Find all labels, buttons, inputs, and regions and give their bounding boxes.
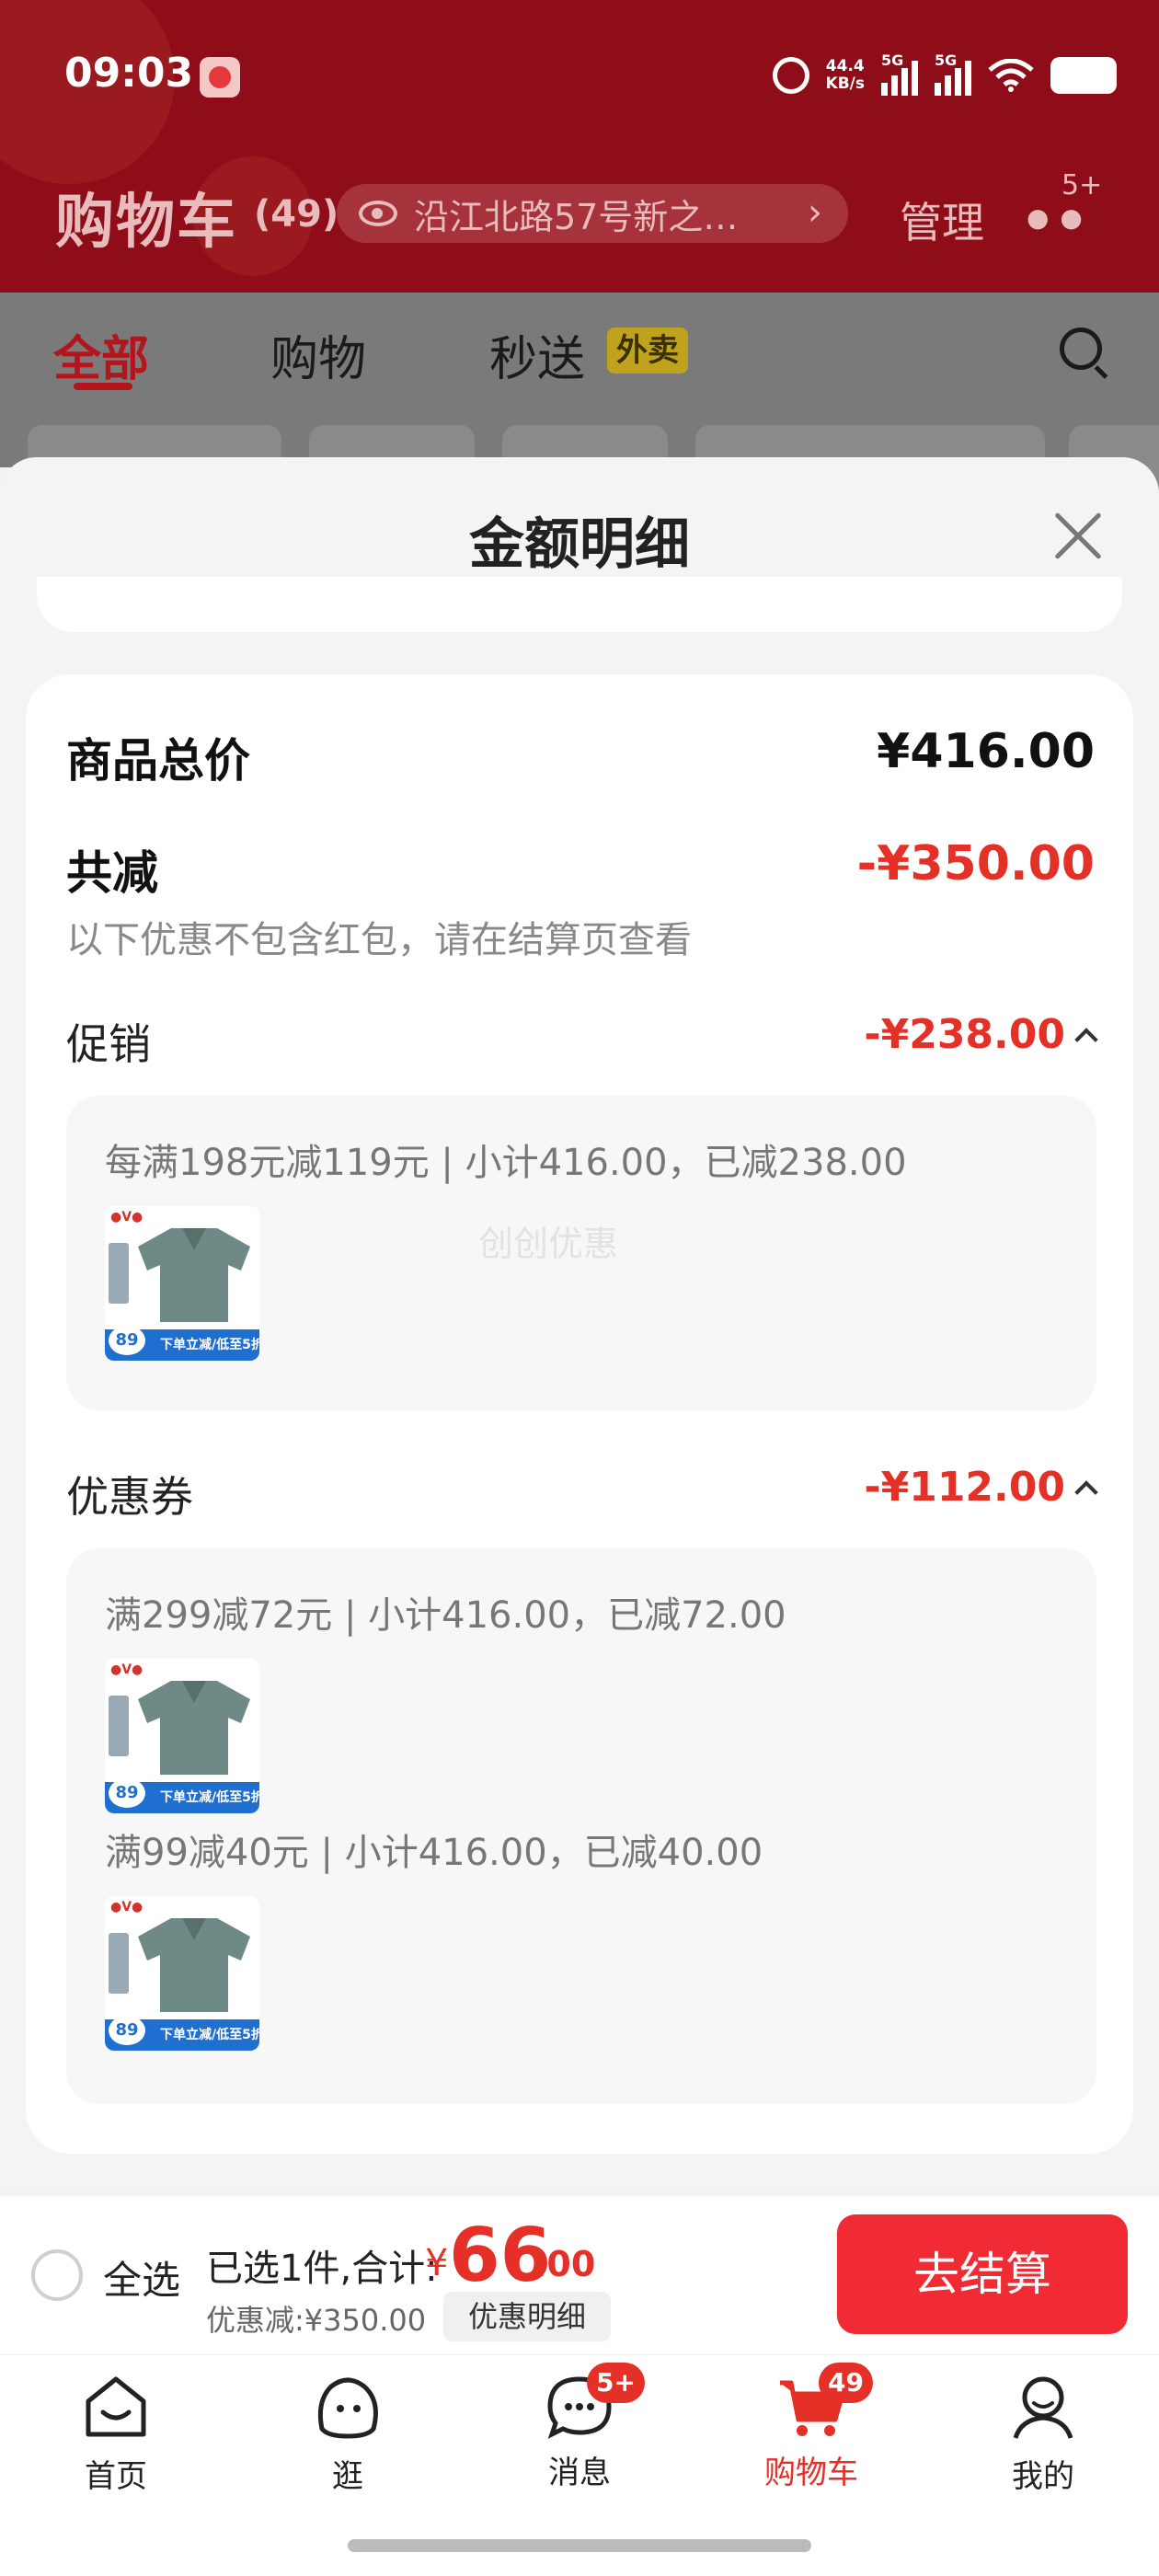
- signal-icon: 5G: [935, 52, 971, 96]
- tab-label: 首页: [85, 2458, 147, 2495]
- total-reduction-value: -¥350.00: [856, 836, 1095, 891]
- coupon-detail: 满299减72元 | 小计416.00，已减72.00 ●V● 89 下单立减/…: [66, 1548, 1096, 2104]
- net-speed-value: 44.4: [825, 57, 865, 75]
- coupon-value: -¥112.00: [864, 1464, 1065, 1511]
- select-all-checkbox[interactable]: [31, 2249, 83, 2301]
- polo-shirt-image: [138, 1681, 250, 1775]
- chevron-up-icon: [1074, 1027, 1098, 1052]
- total-price-value: ¥416.00: [877, 724, 1095, 779]
- checkout-bar: 全选 已选1件,合计: ¥ 66 .00 优惠减:¥350.00 优惠明细 去结…: [0, 2196, 1159, 2354]
- total-reduction-label: 共减: [66, 846, 158, 900]
- tab-instant-delivery[interactable]: 秒送: [489, 320, 585, 389]
- polo-shirt-image: [138, 1228, 250, 1322]
- cart-badge: 49: [819, 2363, 873, 2403]
- thumbnail-banner-text: 下单立减/低至5折: [160, 1790, 259, 1805]
- search-icon[interactable]: [1060, 328, 1102, 370]
- status-bar: 09:03 44.4 KB/s 5G 5G: [0, 0, 1159, 152]
- tab-stroll[interactable]: 逛: [232, 2374, 464, 2496]
- close-icon[interactable]: [1049, 507, 1107, 566]
- tab-shopping[interactable]: 购物: [270, 320, 366, 389]
- tab-profile[interactable]: 我的: [927, 2374, 1159, 2496]
- promotion-label: 促销: [66, 1019, 151, 1069]
- tab-label: 我的: [1012, 2458, 1074, 2495]
- card-edge: [37, 577, 1122, 632]
- profile-icon: [1013, 2376, 1073, 2439]
- takeout-tag: 外卖: [607, 328, 688, 374]
- promotion-rule: 每满198元减119元 | 小计416.00，已减238.00: [105, 1142, 907, 1184]
- more-button[interactable]: ●● 5+: [1027, 169, 1102, 233]
- total-price-decimal: .00: [534, 2244, 596, 2284]
- product-thumbnail[interactable]: ●V● 89 下单立减/低至5折: [105, 1896, 259, 2051]
- status-icons: 44.4 KB/s 5G 5G: [772, 52, 1117, 99]
- select-all-label[interactable]: 全选: [103, 2249, 180, 2306]
- message-icon-wrap: 5+: [545, 2363, 645, 2440]
- coupon-rule: 满99减40元 | 小计416.00，已减40.00: [105, 1832, 763, 1874]
- amount-detail-card: 商品总价 ¥416.00 共减 -¥350.00 以下优惠不包含红包，请在结算页…: [26, 674, 1133, 2154]
- message-badge: 5+: [587, 2363, 645, 2403]
- address-selector[interactable]: 沿江北路57号新之… ›: [337, 184, 848, 243]
- thumbnail-side-strip: [109, 1696, 129, 1756]
- status-time: 09:03: [64, 50, 194, 97]
- checkout-button[interactable]: 去结算: [837, 2214, 1128, 2334]
- app-notification-icon: [200, 57, 240, 98]
- tab-all[interactable]: 全部: [53, 320, 149, 389]
- reduction-note: 以下优惠不包含红包，请在结算页查看: [66, 919, 692, 961]
- product-thumbnail[interactable]: ●V● 89 下单立减/低至5折: [105, 1206, 259, 1361]
- tab-messages[interactable]: 5+ 消息: [464, 2363, 695, 2492]
- discount-detail-button[interactable]: 优惠明细: [443, 2292, 611, 2341]
- stroll-icon: [317, 2377, 378, 2439]
- coupon-toggle[interactable]: -¥112.00: [864, 1464, 1098, 1511]
- cart-header: 购物车 (49) 沿江北路57号新之… › 管理 ●● 5+: [0, 166, 1159, 258]
- net-speed: 44.4 KB/s: [826, 58, 865, 93]
- sheet-title: 金额明细: [469, 512, 690, 577]
- thumbnail-side-strip: [109, 1243, 129, 1304]
- thumbnail-banner-text: 下单立减/低至5折: [160, 1338, 259, 1352]
- polo-shirt-image: [138, 1918, 250, 2012]
- tab-cart[interactable]: 49 购物车: [695, 2363, 927, 2492]
- home-icon: [86, 2376, 146, 2437]
- thumbnail-banner-text: 下单立减/低至5折: [160, 2028, 259, 2042]
- promotion-value: -¥238.00: [864, 1011, 1065, 1058]
- signal-label: 5G: [935, 52, 958, 69]
- amount-detail-sheet: 金额明细 商品总价 ¥416.00 共减 -¥350.00 以下优惠不包含红包，…: [0, 457, 1159, 2187]
- wifi-icon: [988, 59, 1034, 92]
- thumbnail-price: 89: [109, 1778, 145, 1808]
- page-title: 购物车: [55, 189, 237, 257]
- coupon-label: 优惠券: [66, 1472, 193, 1522]
- eye-icon: [359, 201, 397, 226]
- thumbnail-side-strip: [109, 1933, 129, 1994]
- tab-label: 购物车: [764, 2455, 858, 2491]
- currency-symbol: ¥: [425, 2242, 449, 2284]
- selected-summary: 已选1件,合计:: [206, 2248, 438, 2290]
- address-text: 沿江北路57号新之…: [414, 196, 739, 237]
- thumbnail-price: 89: [109, 2016, 145, 2045]
- alarm-icon: [772, 57, 809, 94]
- promotion-detail: 每满198元减119元 | 小计416.00，已减238.00 创创优惠 ●V●…: [66, 1096, 1096, 1410]
- manage-button[interactable]: 管理: [900, 190, 984, 250]
- home-indicator[interactable]: [348, 2539, 811, 2552]
- chevron-right-icon: ›: [808, 191, 822, 234]
- promotion-toggle[interactable]: -¥238.00: [864, 1011, 1098, 1058]
- thumbnail-price: 89: [109, 1326, 145, 1355]
- coupon-rule: 满299减72元 | 小计416.00，已减72.00: [105, 1594, 786, 1637]
- active-tab-indicator: [74, 383, 132, 390]
- cart-icon-wrap: 49: [776, 2363, 873, 2440]
- watermark-text: 创创优惠: [478, 1224, 619, 1264]
- tab-label: 消息: [548, 2455, 611, 2491]
- net-speed-unit: KB/s: [825, 75, 865, 93]
- discount-summary: 优惠减:¥350.00: [206, 2303, 427, 2338]
- cart-count: (49): [254, 193, 339, 236]
- more-icon: ●●: [1027, 202, 1094, 233]
- tab-home[interactable]: 首页: [0, 2374, 232, 2496]
- chevron-up-icon: [1074, 1479, 1098, 1504]
- total-price-label: 商品总价: [66, 734, 250, 788]
- signal-label: 5G: [881, 52, 904, 69]
- tab-label: 逛: [332, 2458, 363, 2495]
- battery-icon: [1050, 57, 1117, 94]
- product-thumbnail[interactable]: ●V● 89 下单立减/低至5折: [105, 1659, 259, 1813]
- more-badge: 5+: [1061, 169, 1103, 201]
- signal-icon: 5G: [881, 52, 918, 96]
